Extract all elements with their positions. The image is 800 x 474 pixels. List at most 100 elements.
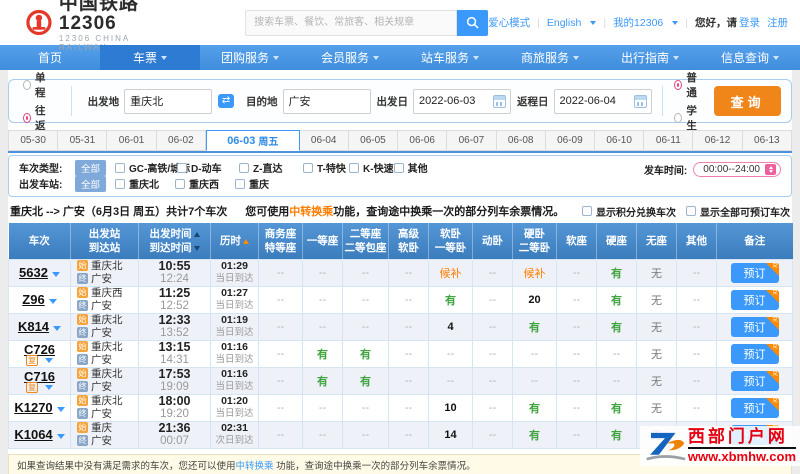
- nav-item-首页[interactable]: 首页: [0, 45, 100, 70]
- query-button[interactable]: 查询: [714, 86, 781, 116]
- transfer-link[interactable]: 中转换乘: [289, 206, 333, 218]
- chevron-down-icon[interactable]: [45, 384, 53, 390]
- nav-item-会员服务[interactable]: 会员服务: [300, 45, 400, 70]
- column-header-历时[interactable]: 历时: [210, 223, 259, 259]
- column-header-备注[interactable]: 备注: [716, 223, 793, 259]
- to-station-input[interactable]: [282, 88, 371, 114]
- nav-item-车票[interactable]: 车票: [100, 45, 200, 70]
- swap-stations-icon[interactable]: ⇄: [218, 94, 235, 108]
- column-header-出发时间[interactable]: 出发时间 到达时间: [138, 223, 211, 259]
- column-header-一等座[interactable]: 一等座: [302, 223, 343, 259]
- seat-availability: 有: [317, 348, 328, 361]
- calendar-icon[interactable]: [493, 94, 507, 108]
- start-station-icon: 始: [77, 394, 88, 406]
- book-button[interactable]: 兑预订: [730, 262, 779, 283]
- display-option-显示积分兑换车次[interactable]: 显示积分兑换车次: [582, 204, 676, 219]
- trip-oneway-radio[interactable]: 单程: [23, 70, 51, 100]
- search-button[interactable]: [457, 9, 489, 36]
- book-button[interactable]: 兑预订: [730, 397, 779, 418]
- date-tab-06-11[interactable]: 06-11: [644, 130, 694, 151]
- date-tab-06-12[interactable]: 06-12: [693, 130, 743, 151]
- depart-station-all-badge[interactable]: 全部: [75, 175, 107, 192]
- calendar-icon[interactable]: [633, 94, 647, 108]
- column-header-软座[interactable]: 软座: [556, 223, 597, 259]
- date-tab-06-05[interactable]: 06-05: [348, 130, 399, 151]
- depart-time-select[interactable]: 00:00--24:00: [693, 162, 781, 177]
- date-tab-05-31[interactable]: 05-31: [58, 130, 108, 151]
- passenger-student-radio[interactable]: 学生: [674, 103, 702, 133]
- date-tab-06-01[interactable]: 06-01: [107, 130, 157, 151]
- filter-station-重庆[interactable]: 重庆: [235, 176, 295, 191]
- nav-item-团购服务[interactable]: 团购服务: [200, 45, 300, 70]
- seat-cell: --: [302, 312, 343, 341]
- nav-item-站车服务[interactable]: 站车服务: [400, 45, 500, 70]
- date-tab-06-09[interactable]: 06-09: [545, 130, 595, 151]
- date-tab-06-08[interactable]: 06-08: [496, 130, 546, 151]
- seat-availability: --: [404, 401, 413, 414]
- care-mode-link[interactable]: 爱心模式: [488, 15, 530, 30]
- chevron-down-icon[interactable]: [51, 272, 60, 277]
- book-button-label: 预订: [743, 267, 766, 280]
- filter-type-K-快速[interactable]: K-快速: [349, 160, 394, 175]
- train-type-all-badge[interactable]: 全部: [75, 159, 107, 176]
- language-link[interactable]: English: [547, 17, 581, 29]
- column-header-硬座[interactable]: 硬座: [596, 223, 637, 259]
- date-tab-06-13[interactable]: 06-13: [742, 130, 792, 151]
- my12306-link[interactable]: 我的12306: [613, 15, 663, 30]
- date-tab-label: 06-05: [360, 135, 386, 146]
- nav-item-商旅服务[interactable]: 商旅服务: [500, 45, 600, 70]
- chevron-down-icon[interactable]: [48, 299, 57, 304]
- nav-item-信息查询[interactable]: 信息查询: [700, 45, 800, 70]
- filter-type-其他[interactable]: 其他: [393, 160, 428, 175]
- chevron-down-icon[interactable]: [45, 357, 53, 363]
- date-tab-06-04[interactable]: 06-04: [299, 130, 349, 151]
- date-tab-06-10[interactable]: 06-10: [595, 130, 645, 151]
- chevron-down-icon[interactable]: [56, 434, 65, 439]
- book-button[interactable]: 兑预订: [730, 343, 779, 364]
- column-header-无座[interactable]: 无座: [636, 223, 677, 259]
- arrive-station: 终广安: [77, 380, 138, 394]
- filter-type-GC-高铁/城际[interactable]: GC-高铁/城际: [115, 160, 190, 175]
- date-tab-06-03[interactable]: 06-03 周五: [205, 130, 300, 151]
- date-tab-06-07[interactable]: 06-07: [447, 130, 497, 151]
- book-button-label: 预订: [743, 402, 766, 415]
- date-tab-06-06[interactable]: 06-06: [398, 130, 448, 151]
- column-header-二等座[interactable]: 二等座 二等包座: [342, 223, 389, 259]
- filter-type-D-动车[interactable]: D-动车: [177, 160, 239, 175]
- register-link[interactable]: 注册: [767, 15, 788, 30]
- column-header-高级[interactable]: 高级 软卧: [388, 223, 429, 259]
- date-tab-06-02[interactable]: 06-02: [156, 130, 206, 151]
- passenger-normal-radio[interactable]: 普通: [674, 70, 702, 100]
- filter-station-重庆西[interactable]: 重庆西: [175, 176, 235, 191]
- train-number-link[interactable]: Z96: [22, 292, 44, 307]
- filter-type-Z-直达[interactable]: Z-直达: [239, 160, 303, 175]
- chevron-down-icon[interactable]: [53, 326, 62, 331]
- display-option-显示全部可预订车次[interactable]: 显示全部可预订车次: [686, 204, 790, 219]
- column-header-车次[interactable]: 车次: [8, 223, 71, 259]
- train-number-link[interactable]: K814: [18, 319, 49, 334]
- train-number-link[interactable]: 5632: [19, 265, 48, 280]
- book-button[interactable]: 兑预订: [730, 370, 779, 391]
- column-header-商务座[interactable]: 商务座 特等座: [258, 223, 303, 259]
- filter-station-重庆北[interactable]: 重庆北: [115, 176, 175, 191]
- column-header-其他[interactable]: 其他: [676, 223, 717, 259]
- trip-round-radio[interactable]: 往返: [23, 103, 51, 133]
- date-tab-05-30[interactable]: 05-30: [8, 130, 59, 151]
- nav-item-出行指南[interactable]: 出行指南: [600, 45, 700, 70]
- train-number-link[interactable]: K1270: [14, 400, 52, 415]
- column-header-硬卧[interactable]: 硬卧 二等卧: [512, 223, 557, 259]
- chevron-down-icon: [273, 55, 279, 60]
- login-link[interactable]: 登录: [739, 15, 760, 30]
- book-button[interactable]: 兑预订: [730, 316, 779, 337]
- transfer-link-note[interactable]: 中转换乘: [236, 461, 274, 472]
- column-header-软卧[interactable]: 软卧 一等卧: [428, 223, 473, 259]
- column-header-动卧[interactable]: 动卧: [472, 223, 513, 259]
- logo[interactable]: 中国铁路12306 12306 CHINA RAILWAY: [26, 0, 167, 52]
- from-station-input[interactable]: [124, 88, 213, 114]
- search-input[interactable]: [245, 9, 458, 36]
- column-header-出发站[interactable]: 出发站 到达站: [70, 223, 139, 259]
- train-number-link[interactable]: K1064: [14, 427, 52, 442]
- book-button[interactable]: 兑预订: [730, 289, 779, 310]
- chevron-down-icon[interactable]: [56, 407, 65, 412]
- filter-type-T-特快[interactable]: T-特快: [303, 160, 349, 175]
